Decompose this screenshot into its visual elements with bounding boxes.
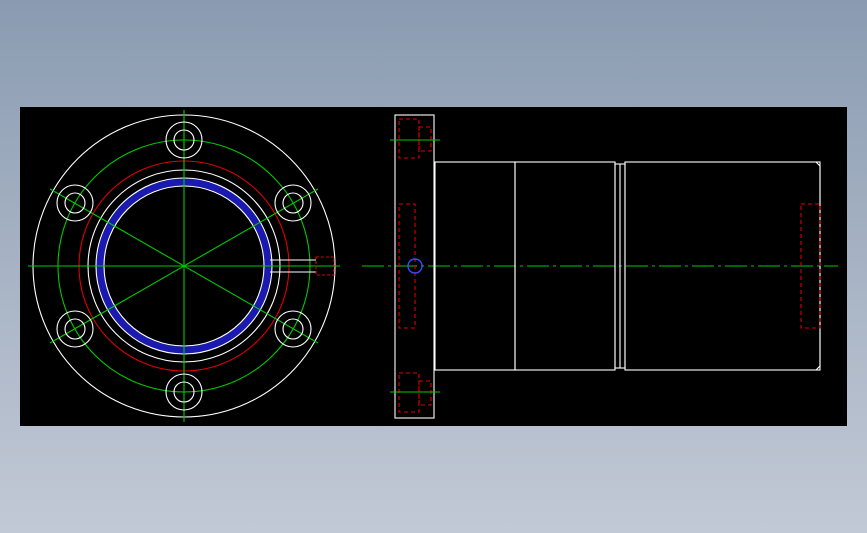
side-view [362,114,838,419]
front-view [28,110,340,422]
cad-drawing [28,110,838,422]
flange-counterbore-top [398,118,432,159]
